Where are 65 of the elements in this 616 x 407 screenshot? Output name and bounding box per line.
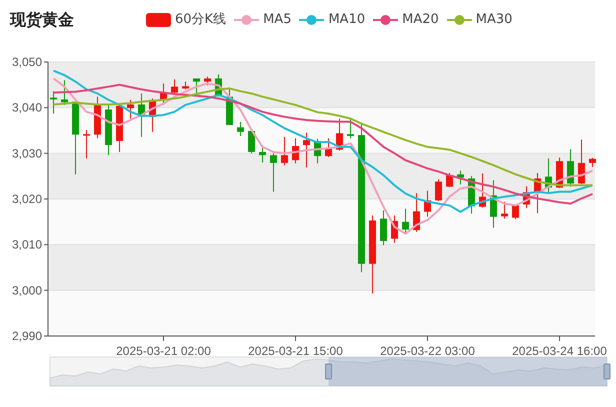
candlestick: [413, 192, 420, 232]
line-marker-icon: [373, 13, 398, 27]
axis-label: 3,050: [12, 55, 42, 69]
candlestick: [402, 208, 409, 234]
candlestick: [336, 118, 343, 152]
candlestick: [347, 118, 354, 139]
candlestick: [259, 144, 266, 163]
line-marker-icon: [234, 13, 260, 27]
candlestick: [270, 152, 277, 192]
axis-label: 2,990: [12, 329, 42, 343]
candlestick: [149, 98, 156, 132]
candlestick: [94, 96, 101, 139]
candlestick: [160, 82, 167, 106]
candlestick: [523, 186, 530, 209]
candlestick: [501, 201, 508, 220]
candlestick: [314, 138, 321, 164]
line-marker-icon: [446, 13, 472, 27]
candlestick: [391, 214, 398, 244]
candlestick: [237, 121, 244, 136]
line-marker-icon: [299, 13, 324, 27]
candlestick: [435, 178, 442, 202]
axis-label: 2025-03-22 03:00: [380, 344, 475, 358]
legend-label[interactable]: MA30: [476, 10, 512, 30]
candlestick: [325, 138, 332, 158]
candle-legend-icon: [146, 13, 171, 27]
slider-window[interactable]: [328, 357, 607, 386]
axis-label: 3,010: [12, 238, 42, 252]
chart-title: 现货黄金: [10, 9, 74, 31]
axis-label: 3,020: [12, 192, 42, 206]
candlestick: [468, 176, 475, 214]
candlestick: [303, 132, 310, 168]
candlestick: [567, 148, 574, 188]
candlestick: [457, 170, 464, 185]
legend-label[interactable]: MA20: [402, 10, 439, 30]
legend-label[interactable]: 60分K线: [175, 10, 226, 30]
axis-label: 2025-03-21 02:00: [116, 344, 211, 358]
candlestick: [281, 136, 288, 166]
axis-label: 2025-03-21 15:00: [248, 344, 343, 358]
candlestick: [171, 78, 178, 94]
candlestick: [193, 78, 200, 94]
candlestick: [138, 93, 145, 138]
candlestick: [589, 157, 596, 168]
candlestick: [50, 90, 57, 114]
candlestick: [127, 99, 134, 120]
axis-label: 2025-03-24 16:00: [512, 344, 607, 358]
candlestick: [424, 190, 431, 218]
axis-label: 3,000: [12, 283, 42, 298]
candlestick: [545, 158, 552, 194]
candlestick: [292, 138, 299, 164]
candlestick: [380, 210, 387, 246]
slider-handle[interactable]: [325, 364, 332, 380]
candlestick: [105, 104, 112, 156]
candlestick: [490, 180, 497, 228]
legend-label[interactable]: MA10: [328, 10, 366, 30]
axis-label: 3,030: [12, 146, 42, 160]
axis-label: 3,040: [12, 100, 42, 115]
legend-label[interactable]: MA5: [263, 10, 292, 30]
candlestick: [578, 139, 585, 184]
candlestick: [61, 80, 68, 106]
candlestick: [83, 130, 90, 159]
candlestick: [204, 76, 211, 86]
slider-handle[interactable]: [604, 364, 610, 380]
candlestick: [182, 81, 189, 90]
candlestick: [479, 172, 486, 208]
candlestick: [512, 204, 519, 220]
